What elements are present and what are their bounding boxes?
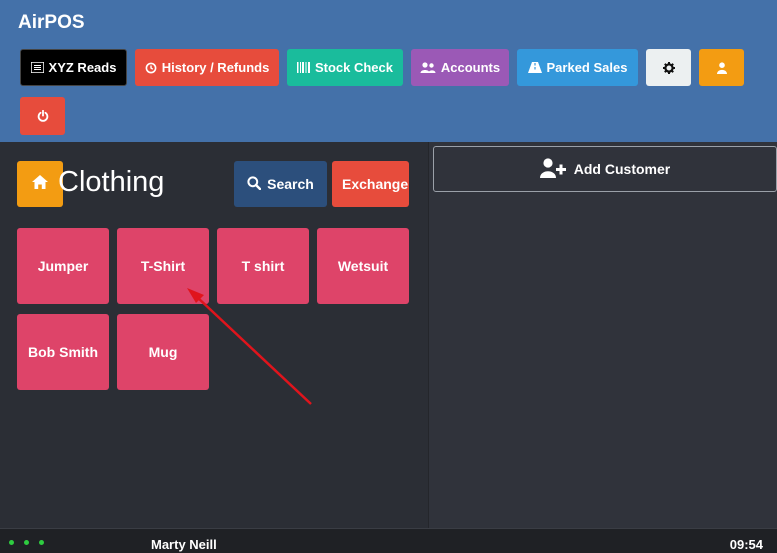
product-label: T shirt [241, 258, 285, 274]
parked-sales-button[interactable]: Parked Sales [517, 49, 638, 86]
add-customer-button[interactable]: Add Customer [433, 146, 777, 192]
status-dot [39, 540, 44, 545]
user-button[interactable] [699, 49, 744, 86]
user-plus-icon [539, 157, 566, 181]
product-label: Wetsuit [337, 258, 389, 274]
product-label: Mug [148, 344, 178, 360]
basket-panel [428, 142, 777, 528]
barcode-icon [296, 62, 310, 73]
status-dot [9, 540, 14, 545]
xyz-reads-label: XYZ Reads [48, 60, 117, 75]
road-icon [527, 62, 542, 73]
power-icon [37, 110, 49, 122]
product-label: Bob Smith [28, 344, 98, 360]
product-tile[interactable]: Mug [117, 314, 209, 390]
status-dot [24, 540, 29, 545]
power-button[interactable] [20, 97, 65, 135]
parked-sales-label: Parked Sales [546, 60, 628, 75]
product-tile[interactable]: Wetsuit [317, 228, 409, 304]
exchange-label: Exchange [342, 176, 409, 192]
category-title: Clothing [58, 166, 165, 198]
clock: 09:54 [729, 537, 763, 552]
logged-in-user: Marty Neill [151, 537, 217, 552]
search-icon [247, 175, 262, 193]
home-icon [32, 174, 48, 194]
product-label: T-Shirt [140, 258, 186, 274]
home-button[interactable] [17, 161, 63, 207]
accounts-label: Accounts [440, 60, 501, 75]
product-tile[interactable]: T shirt [217, 228, 309, 304]
list-icon [30, 62, 44, 73]
history-refunds-button[interactable]: History / Refunds [135, 49, 279, 86]
product-tile[interactable]: Jumper [17, 228, 109, 304]
status-bar: Marty Neill 09:54 [0, 528, 777, 553]
exchange-button[interactable]: Exchange [332, 161, 409, 207]
history-icon [145, 62, 157, 74]
accounts-button[interactable]: Accounts [411, 49, 509, 86]
stock-check-button[interactable]: Stock Check [287, 49, 403, 86]
settings-button[interactable] [646, 49, 691, 86]
stock-check-label: Stock Check [314, 60, 394, 75]
search-button[interactable]: Search [234, 161, 327, 207]
users-icon [420, 61, 436, 74]
product-tile[interactable]: T-Shirt [117, 228, 209, 304]
search-label: Search [267, 176, 314, 192]
app-title: AirPOS [18, 12, 85, 33]
xyz-reads-button[interactable]: XYZ Reads [20, 49, 127, 86]
add-customer-label: Add Customer [573, 161, 671, 177]
history-refunds-label: History / Refunds [161, 60, 270, 75]
user-icon [716, 61, 727, 74]
product-tile[interactable]: Bob Smith [17, 314, 109, 390]
gear-icon [662, 61, 675, 74]
product-label: Jumper [37, 258, 89, 274]
